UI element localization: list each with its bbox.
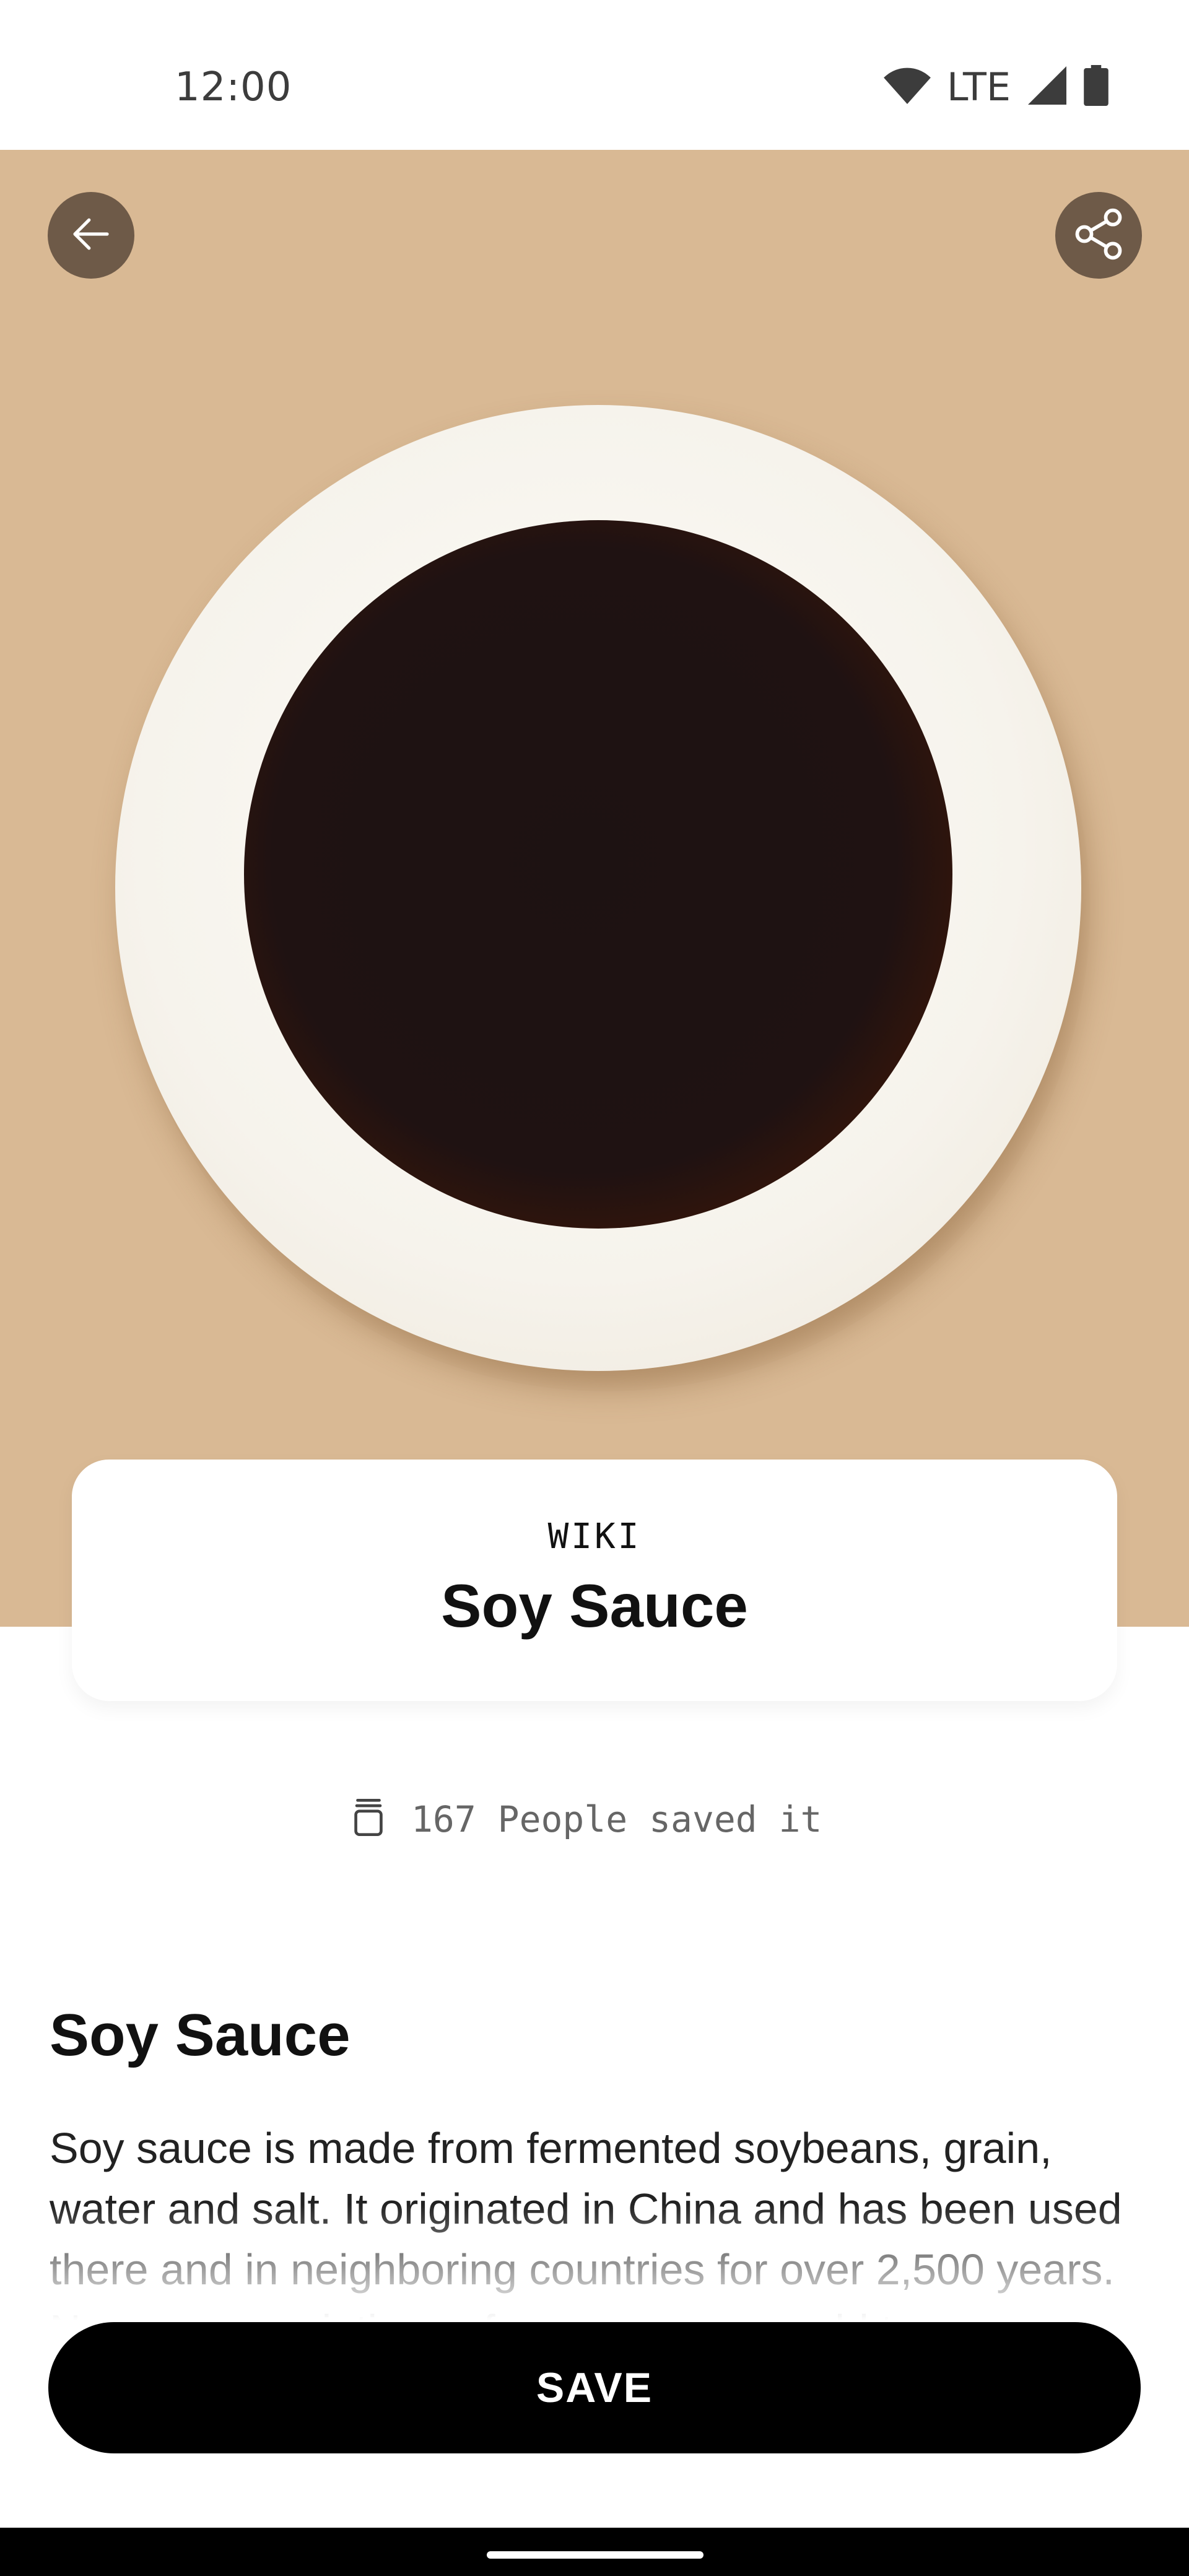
card-title: Soy Sauce <box>441 1572 748 1640</box>
article-title: Soy Sauce <box>50 2002 351 2068</box>
card-eyebrow: WIKI <box>547 1516 642 1557</box>
jar-icon <box>347 1796 390 1842</box>
status-bar: 12:00 LTE <box>0 0 1189 150</box>
share-icon <box>1070 206 1127 266</box>
status-time: 12:00 <box>175 64 292 110</box>
network-label: LTE <box>946 64 1011 110</box>
arrow-left-icon <box>67 210 115 261</box>
saved-count: 167 People saved it <box>347 1796 822 1842</box>
text-fade <box>0 2204 1189 2341</box>
wiki-card: WIKI Soy Sauce <box>72 1460 1117 1701</box>
status-icons: LTE <box>884 64 1108 110</box>
battery-icon <box>1084 65 1108 109</box>
signal-icon <box>1027 66 1068 108</box>
hero-image <box>0 150 1189 1627</box>
soy-sauce <box>244 520 952 1229</box>
home-handle[interactable] <box>487 2551 703 2559</box>
navigation-bar <box>0 2528 1189 2576</box>
wifi-icon <box>884 67 931 107</box>
save-button[interactable]: SAVE <box>48 2322 1141 2453</box>
share-button[interactable] <box>1055 192 1142 279</box>
saved-count-text: 167 People saved it <box>411 1798 822 1840</box>
back-button[interactable] <box>48 192 134 279</box>
